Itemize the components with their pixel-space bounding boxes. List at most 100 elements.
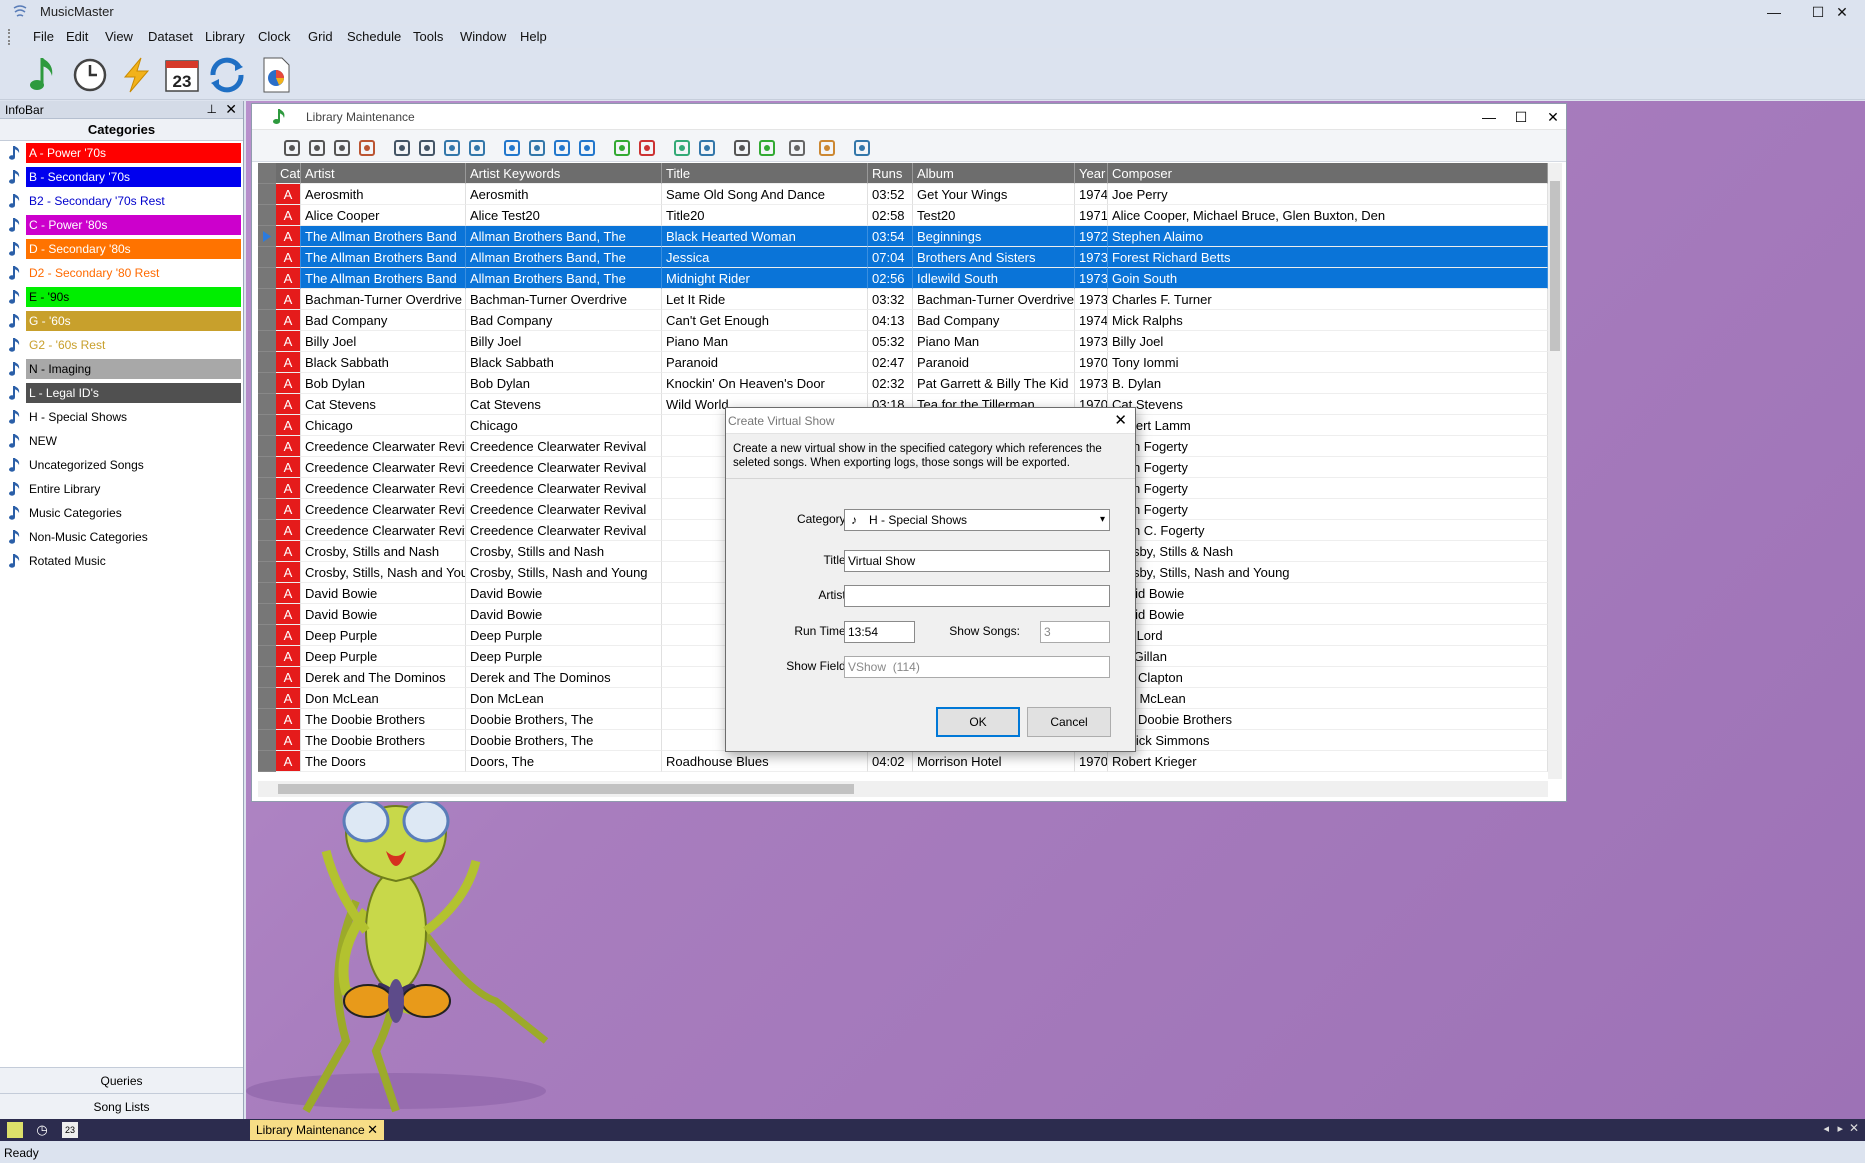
search-icon[interactable] <box>502 138 522 158</box>
tab-scroll-right-icon[interactable]: ▸ <box>1837 1122 1843 1135</box>
doc-tab-close-icon[interactable]: ✕ <box>367 1120 378 1140</box>
menu-help[interactable]: Help <box>520 29 547 44</box>
library-close-button[interactable]: ✕ <box>1538 106 1568 128</box>
refresh-icon[interactable] <box>207 55 247 95</box>
category-item[interactable]: B - Secondary '70s <box>0 165 243 189</box>
ok-button[interactable]: OK <box>936 707 1020 737</box>
tab-close-all-icon[interactable]: ✕ <box>1849 1121 1859 1135</box>
report-icon[interactable] <box>467 138 487 158</box>
menu-file[interactable]: File <box>33 29 54 44</box>
print-preview-icon[interactable] <box>417 138 437 158</box>
find-prev-icon[interactable] <box>332 138 352 158</box>
row-selector[interactable] <box>258 604 276 625</box>
row-selector[interactable] <box>258 247 276 268</box>
table-row[interactable]: A The Allman Brothers Band Allman Brothers… <box>258 247 1548 268</box>
row-selector[interactable] <box>258 415 276 436</box>
row-selector[interactable] <box>258 499 276 520</box>
column-header-album[interactable]: Album <box>913 163 1075 184</box>
row-selector[interactable] <box>258 751 276 772</box>
row-selector[interactable] <box>258 625 276 646</box>
tab-scroll-left-icon[interactable]: ◂ <box>1823 1122 1829 1135</box>
cancel-button[interactable]: Cancel <box>1027 707 1111 737</box>
column-header-artist[interactable]: Artist <box>301 163 466 184</box>
category-dropdown[interactable]: ♪ H - Special Shows ▾ <box>844 509 1110 531</box>
category-item[interactable]: Entire Library <box>0 477 243 501</box>
spell-check-icon[interactable] <box>527 138 547 158</box>
row-selector[interactable] <box>258 457 276 478</box>
attach-icon[interactable] <box>817 138 837 158</box>
row-selector[interactable] <box>258 352 276 373</box>
row-selector[interactable] <box>258 394 276 415</box>
infobar-close-icon[interactable]: ✕ <box>225 101 237 118</box>
table-row[interactable]: A Aerosmith Aerosmith Same Old Song And Dan… <box>258 184 1548 205</box>
row-selector[interactable] <box>258 646 276 667</box>
column-header-runs[interactable]: Runs <box>868 163 913 184</box>
find-next-icon[interactable] <box>307 138 327 158</box>
clock-icon[interactable]: ◷ <box>34 1122 50 1138</box>
tab-library-maintenance[interactable]: Library Maintenance ✕ <box>250 1120 384 1140</box>
menu-grid[interactable]: Grid <box>308 29 333 44</box>
menu-view[interactable]: View <box>105 29 133 44</box>
row-selector[interactable] <box>258 310 276 331</box>
categories-header[interactable]: Categories <box>0 119 243 141</box>
vertical-scrollbar[interactable] <box>1548 163 1562 779</box>
column-header-composer[interactable]: Composer <box>1108 163 1548 184</box>
row-selector[interactable] <box>258 373 276 394</box>
menu-dataset[interactable]: Dataset <box>148 29 193 44</box>
calendar-grid-icon[interactable] <box>852 138 872 158</box>
music-note-icon[interactable] <box>7 1122 23 1138</box>
library-minimize-button[interactable]: — <box>1474 106 1504 128</box>
row-selector[interactable] <box>258 205 276 226</box>
row-selector[interactable] <box>258 226 276 247</box>
edit-grid-icon[interactable] <box>697 138 717 158</box>
remove-song-icon[interactable] <box>637 138 657 158</box>
category-item[interactable]: Uncategorized Songs <box>0 453 243 477</box>
category-item[interactable]: NEW <box>0 429 243 453</box>
clock-icon[interactable] <box>70 55 110 95</box>
row-selector[interactable] <box>258 562 276 583</box>
calendar-icon[interactable]: 23 <box>162 55 202 95</box>
find-icon[interactable] <box>282 138 302 158</box>
music-note-icon[interactable] <box>24 55 64 95</box>
category-item[interactable]: H - Special Shows <box>0 405 243 429</box>
category-item[interactable]: G - '60s <box>0 309 243 333</box>
grid-corner[interactable] <box>258 163 276 184</box>
close-button[interactable]: ✕ <box>1820 1 1864 23</box>
category-item[interactable]: N - Imaging <box>0 357 243 381</box>
pie-chart-icon[interactable] <box>256 55 296 95</box>
row-selector[interactable] <box>258 730 276 751</box>
category-item[interactable]: D2 - Secondary '80 Rest <box>0 261 243 285</box>
find-tag-icon[interactable] <box>357 138 377 158</box>
menu-library[interactable]: Library <box>205 29 245 44</box>
minimize-button[interactable]: — <box>1752 1 1796 23</box>
library-maximize-button[interactable]: ☐ <box>1506 106 1536 128</box>
table-row[interactable]: A Bachman-Turner Overdrive Bachman-Turner … <box>258 289 1548 310</box>
menu-schedule[interactable]: Schedule <box>347 29 401 44</box>
print-icon[interactable] <box>392 138 412 158</box>
row-selector[interactable] <box>258 289 276 310</box>
grid-icon[interactable] <box>672 138 692 158</box>
column-header-artist-keywords[interactable]: Artist Keywords <box>466 163 662 184</box>
category-item[interactable]: Music Categories <box>0 501 243 525</box>
table-row[interactable]: A Alice Cooper Alice Test20 Title20 02:58 Tes… <box>258 205 1548 226</box>
lightning-icon[interactable] <box>116 55 156 95</box>
row-selector[interactable] <box>258 268 276 289</box>
row-selector[interactable] <box>258 667 276 688</box>
row-selector[interactable] <box>258 436 276 457</box>
category-item[interactable]: L - Legal ID's <box>0 381 243 405</box>
category-item[interactable]: B2 - Secondary '70s Rest <box>0 189 243 213</box>
table-row[interactable]: A Billy Joel Billy Joel Piano Man 05:32 Piano… <box>258 331 1548 352</box>
row-selector[interactable] <box>258 541 276 562</box>
row-selector[interactable] <box>258 688 276 709</box>
table-row[interactable]: A The Allman Brothers Band Allman Brothers… <box>258 226 1548 247</box>
export-icon[interactable] <box>442 138 462 158</box>
calendar-icon[interactable]: 23 <box>62 1122 78 1138</box>
category-item[interactable]: Rotated Music <box>0 549 243 573</box>
category-item[interactable]: Non-Music Categories <box>0 525 243 549</box>
category-item[interactable]: E - '90s <box>0 285 243 309</box>
row-selector[interactable] <box>258 520 276 541</box>
horizontal-scrollbar[interactable] <box>258 781 1548 797</box>
vertical-scroll-thumb[interactable] <box>1550 181 1560 351</box>
menu-window[interactable]: Window <box>460 29 506 44</box>
table-row[interactable]: A Black Sabbath Black Sabbath Paranoid 02:47… <box>258 352 1548 373</box>
